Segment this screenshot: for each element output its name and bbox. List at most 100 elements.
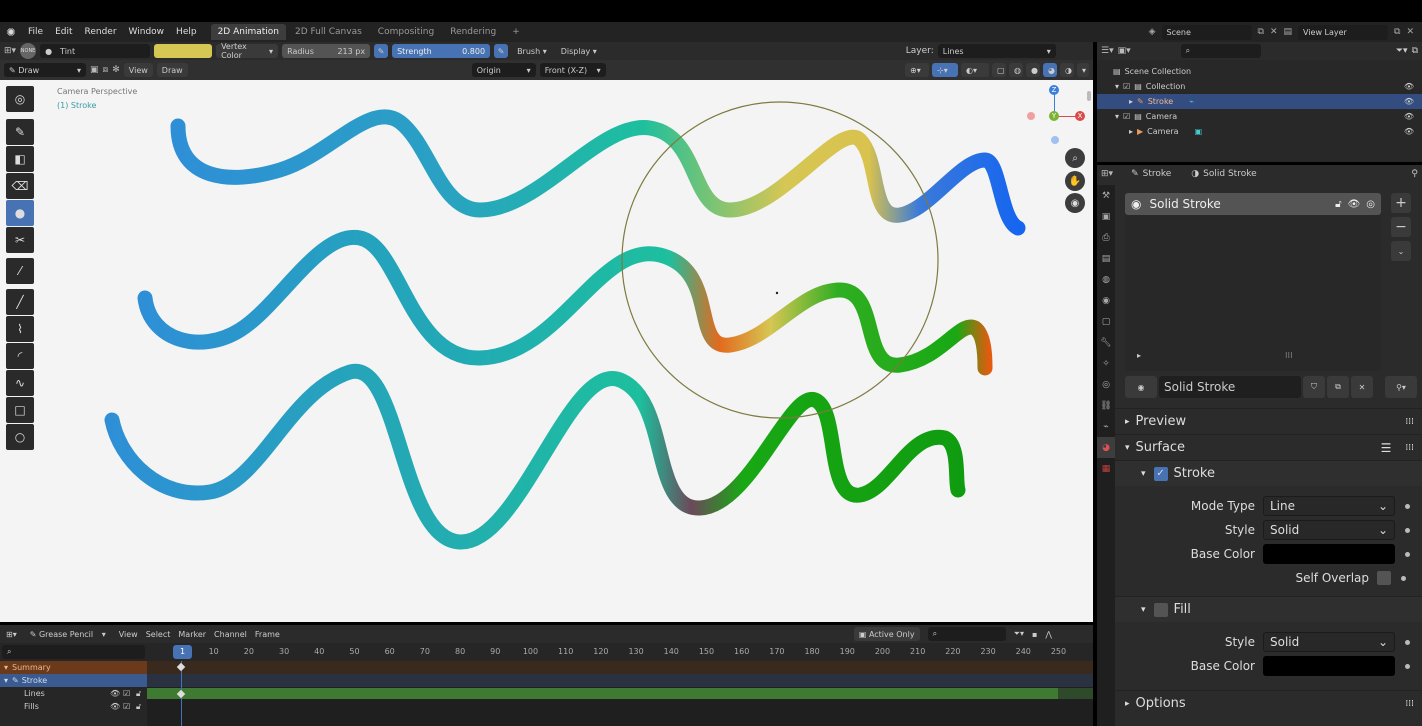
z-axis-icon[interactable]: Z <box>1049 85 1059 95</box>
shading-options-icon[interactable]: ▾ <box>1077 63 1089 77</box>
object-tab-icon[interactable]: ▢ <box>1097 311 1115 332</box>
draw-menu[interactable]: Draw <box>156 63 188 77</box>
outliner-row-camera[interactable]: ▸ ▶ Camera ▣ 👁 <box>1097 124 1422 139</box>
view-layer-selector[interactable]: View Layer <box>1298 24 1389 40</box>
onion-checkbox-icon[interactable]: ☑ <box>123 702 130 711</box>
curve-tool-icon[interactable]: ∿ <box>6 370 34 396</box>
eye-icon[interactable]: 👁 <box>1404 97 1414 106</box>
list-icon[interactable]: ☰ <box>1381 441 1392 455</box>
tab-2d-full-canvas[interactable]: 2D Full Canvas <box>288 24 369 40</box>
y-axis-icon[interactable]: Y <box>1049 111 1059 121</box>
material-name-field[interactable]: Solid Stroke <box>1159 376 1301 398</box>
cutter-tool-icon[interactable]: ✂ <box>6 227 34 253</box>
style-dropdown[interactable]: Solid ⌄ <box>1263 520 1395 540</box>
animate-dot-icon[interactable] <box>1405 527 1410 533</box>
tab-compositing[interactable]: Compositing <box>371 24 441 40</box>
physics-tab-icon[interactable]: ◎ <box>1097 374 1115 395</box>
base-color-swatch[interactable] <box>1263 544 1395 564</box>
menu-edit[interactable]: Edit <box>49 27 78 37</box>
camera-view-icon[interactable]: ◉ <box>1065 193 1085 213</box>
render-tab-icon[interactable]: ▣ <box>1097 206 1115 227</box>
mode-dropdown[interactable]: ✎ Draw ▾ <box>4 63 86 77</box>
frame-ruler[interactable]: ⌕ 10 20 30 40 50 60 70 80 90 100 110 120 130 140 150 16… <box>0 643 1093 661</box>
onion-checkbox-icon[interactable]: ☑ <box>123 689 130 698</box>
unlink-material-icon[interactable]: ✕ <box>1351 376 1373 398</box>
radius-pressure-icon[interactable]: ✎ <box>374 44 389 58</box>
blender-logo-icon[interactable]: ✺ <box>0 22 22 42</box>
material-shading-icon[interactable]: ◕ <box>1043 63 1057 77</box>
drag-handle-icon[interactable]: ⁞⁞⁞ <box>1405 443 1414 453</box>
add-workspace-button[interactable]: + <box>505 24 527 40</box>
tint-color-swatch[interactable] <box>154 44 213 58</box>
new-view-layer-icon[interactable]: ⧉ <box>1394 27 1400 37</box>
onion-skin-icon[interactable]: ◎ <box>1366 199 1375 210</box>
rendered-shading-icon[interactable]: ◑ <box>1060 63 1074 77</box>
filter-icon[interactable]: ⏷▾ <box>1014 629 1024 639</box>
panel-preview[interactable]: ▸ Preview ⁞⁞⁞ <box>1115 408 1422 434</box>
fill-style-dropdown[interactable]: Solid ⌄ <box>1263 632 1395 652</box>
stroke-checkbox[interactable]: ✓ <box>1153 466 1168 481</box>
output-tab-icon[interactable]: ⎙ <box>1097 227 1115 248</box>
lock-icon[interactable]: 🔓︎ <box>136 702 141 712</box>
channel-fills[interactable]: Fills 👁 ☑ 🔓︎ <box>0 700 147 713</box>
new-scene-icon[interactable]: ⧉ <box>1258 27 1264 37</box>
timeline-search-input[interactable]: ⌕ <box>927 627 1006 641</box>
current-frame-indicator[interactable]: 1 <box>173 645 192 659</box>
display-mode-icon[interactable]: ▣▾ <box>1118 46 1131 56</box>
constraints-tab-icon[interactable]: ⛓ <box>1097 395 1115 416</box>
dopesheet-area[interactable] <box>147 661 1093 726</box>
material-tab-icon[interactable]: ◕ <box>1097 437 1115 458</box>
timeline-menu-marker[interactable]: Marker <box>178 630 206 639</box>
timeline-menu-frame[interactable]: Frame <box>255 630 280 639</box>
modifier-tab-icon[interactable]: 🔧︎ <box>1097 332 1115 353</box>
outliner-row-scene-collection[interactable]: ▤ Scene Collection <box>1097 64 1422 79</box>
active-only-toggle[interactable]: ▣ Active Only <box>853 627 920 641</box>
eye-icon[interactable]: 👁 <box>1404 127 1414 136</box>
lock-icon[interactable]: 🔓︎ <box>1335 199 1341 210</box>
channel-stroke[interactable]: ▾ ✎ Stroke <box>0 674 147 687</box>
remove-slot-button[interactable]: − <box>1391 217 1411 237</box>
strength-pressure-icon[interactable]: ✎ <box>494 44 509 58</box>
lock-icon[interactable]: 🔓︎ <box>136 689 141 699</box>
timeline-menu-select[interactable]: Select <box>146 630 171 639</box>
fill-tool-icon[interactable]: ◧ <box>6 146 34 172</box>
wireframe-shading-icon[interactable]: ◍ <box>1009 63 1023 77</box>
drag-handle-icon[interactable]: ⁞⁞⁞ <box>1405 417 1414 427</box>
subpanel-stroke[interactable]: ▾ ✓ Stroke <box>1115 460 1422 486</box>
brush-selector[interactable]: ● Tint <box>40 44 151 58</box>
scene-tab-icon[interactable]: ◍ <box>1097 269 1115 290</box>
texture-tab-icon[interactable]: ▦ <box>1097 458 1115 479</box>
viewport[interactable]: ✎ Draw ▾ ▣ ⧈ ✻ View Draw Origin ▾ Front (X… <box>0 60 1093 622</box>
display-menu[interactable]: Display ▾ <box>556 44 602 58</box>
eyedropper-tool-icon[interactable]: ⁄ <box>6 258 34 284</box>
xray-icon[interactable]: ▢ <box>992 63 1006 77</box>
menu-window[interactable]: Window <box>123 27 171 37</box>
editor-type-icon[interactable]: ⊞▾ <box>4 46 16 56</box>
properties-editor-icon[interactable]: ⊞▾ <box>1101 169 1113 179</box>
eye-icon[interactable]: 👁 <box>1404 82 1414 91</box>
show-gizmo-icon[interactable]: ⊕▾ <box>905 63 929 77</box>
outliner-row-camera-collection[interactable]: ▾ ☑ ▤ Camera 👁 <box>1097 109 1422 124</box>
drag-handle-icon[interactable]: ⁞⁞⁞ <box>1405 699 1414 709</box>
animate-dot-icon[interactable] <box>1401 575 1406 581</box>
eye-icon[interactable]: 👁 <box>110 702 120 711</box>
animate-dot-icon[interactable] <box>1405 551 1410 557</box>
viewport-scrollbar[interactable] <box>1087 91 1091 101</box>
select-mode-icon[interactable]: ▣ <box>90 65 99 75</box>
eye-icon[interactable]: 👁 <box>1404 112 1414 121</box>
expand-list-icon[interactable]: ▸ <box>1137 351 1141 360</box>
radius-field[interactable]: Radius 213 px <box>282 44 371 58</box>
outliner-row-stroke[interactable]: ▸ ✎ Stroke ⌁ 👁 <box>1097 94 1422 109</box>
zoom-icon[interactable]: ⌕ <box>1065 148 1085 168</box>
erase-tool-icon[interactable]: ⌫ <box>6 173 34 199</box>
overlays-icon[interactable]: ◐▾ <box>961 63 989 77</box>
self-overlap-checkbox[interactable] <box>1377 571 1391 585</box>
checkbox-icon[interactable]: ☑ <box>1123 82 1130 91</box>
channel-lines[interactable]: Lines 👁 ☑ 🔓︎ <box>0 687 147 700</box>
layer-dropdown[interactable]: Lines ▾ <box>937 44 1056 58</box>
panel-surface[interactable]: ▾ Surface ☰ ⁞⁞⁞ <box>1115 434 1422 460</box>
tool-tab-icon[interactable]: ⚒ <box>1097 185 1115 206</box>
world-tab-icon[interactable]: ◉ <box>1097 290 1115 311</box>
mode-type-dropdown[interactable]: Line ⌄ <box>1263 496 1395 516</box>
close-scene-icon[interactable]: ✕ <box>1270 27 1278 37</box>
